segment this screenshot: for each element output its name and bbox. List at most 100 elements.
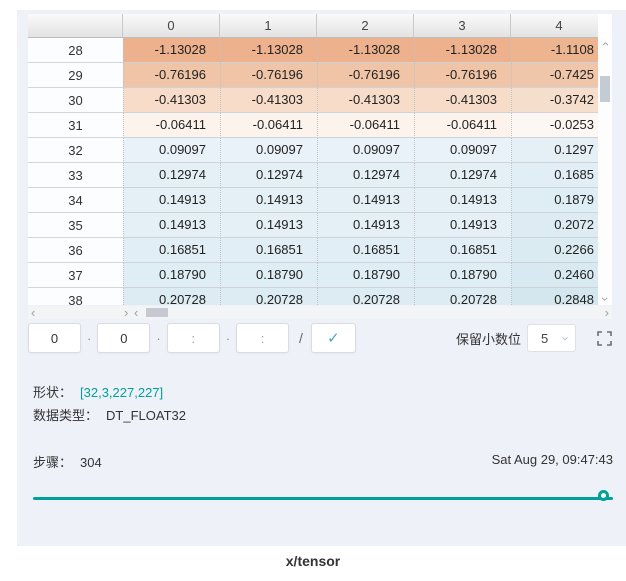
table-cell: 0.14913 <box>220 213 317 238</box>
dtype-value: DT_FLOAT32 <box>106 408 186 423</box>
step-value: 304 <box>80 455 102 470</box>
dim-separator: · <box>226 331 230 346</box>
table-cell: 0.09097 <box>317 138 414 163</box>
table-row-30: 30-0.41303-0.41303-0.41303-0.41303-0.374… <box>28 88 598 113</box>
row-index-cell: 35 <box>28 213 123 238</box>
table-cell: -0.06411 <box>220 113 317 138</box>
table-cell: -0.06411 <box>123 113 220 138</box>
dtype-row: 数据类型： DT_FLOAT32 <box>33 405 186 424</box>
vertical-scroll-thumb[interactable] <box>600 76 610 102</box>
horizontal-scroll-thumb[interactable] <box>146 308 168 317</box>
vertical-scrollbar[interactable]: › › <box>598 38 612 305</box>
table-cell: 0.2848 <box>511 288 598 305</box>
dtype-label: 数据类型： <box>33 408 98 423</box>
table-row-31: 31-0.06411-0.06411-0.06411-0.06411-0.025… <box>28 113 598 138</box>
table-cell: 0.2072 <box>511 213 598 238</box>
table-cell: 0.16851 <box>414 238 511 263</box>
grid-body: 28-1.13028-1.13028-1.13028-1.13028-1.110… <box>28 38 598 305</box>
table-cell: -1.13028 <box>220 38 317 63</box>
step-row: 步骤： 304 <box>33 452 102 471</box>
table-cell: 0.09097 <box>123 138 220 163</box>
table-cell: 0.14913 <box>317 188 414 213</box>
table-cell: 0.20728 <box>220 288 317 305</box>
column-header-4: 4 <box>511 14 598 38</box>
shape-label: 形状： <box>33 385 72 400</box>
table-row-36: 360.168510.168510.168510.168510.2266 <box>28 238 598 263</box>
tensor-viewer-page: 01234 28-1.13028-1.13028-1.13028-1.13028… <box>0 0 626 581</box>
frozen-pane-right-icon[interactable]: › <box>124 306 128 319</box>
table-cell: 0.09097 <box>414 138 511 163</box>
dim-slash: / <box>299 330 303 346</box>
step-slider-track[interactable] <box>33 497 613 500</box>
table-cell: 0.14913 <box>123 213 220 238</box>
table-cell: 0.16851 <box>317 238 414 263</box>
dim-separator: · <box>87 331 91 346</box>
table-cell: -0.41303 <box>220 88 317 113</box>
table-cell: 0.16851 <box>123 238 220 263</box>
dim-input-3[interactable] <box>236 323 289 353</box>
row-index-cell: 33 <box>28 163 123 188</box>
table-cell: 0.12974 <box>220 163 317 188</box>
column-header-1: 1 <box>220 14 317 38</box>
tensor-grid: 01234 28-1.13028-1.13028-1.13028-1.13028… <box>28 14 598 305</box>
dim-input-1[interactable] <box>97 323 150 353</box>
table-row-28: 28-1.13028-1.13028-1.13028-1.13028-1.110… <box>28 38 598 63</box>
table-cell: 0.14913 <box>123 188 220 213</box>
row-index-cell: 28 <box>28 38 123 63</box>
table-cell: -1.13028 <box>414 38 511 63</box>
table-row-37: 370.187900.187900.187900.187900.2460 <box>28 263 598 288</box>
row-index-cell: 36 <box>28 238 123 263</box>
column-header-3: 3 <box>414 14 511 38</box>
table-cell: -1.13028 <box>123 38 220 63</box>
table-cell: 0.18790 <box>123 263 220 288</box>
step-slider[interactable] <box>33 489 613 507</box>
table-cell: 0.12974 <box>414 163 511 188</box>
table-cell: -1.13028 <box>317 38 414 63</box>
dimension-controls: · · · / ✓ 保留小数位 5 › <box>28 322 612 354</box>
scroll-up-icon[interactable]: › <box>600 37 610 51</box>
horizontal-scrollbar[interactable]: ‹ › ‹ › <box>28 306 612 319</box>
table-cell: 0.16851 <box>220 238 317 263</box>
step-label: 步骤： <box>33 455 72 470</box>
table-cell: 0.20728 <box>123 288 220 305</box>
tensor-tag-title: x/tensor <box>0 553 626 569</box>
row-index-cell: 32 <box>28 138 123 163</box>
check-icon: ✓ <box>327 330 340 347</box>
decimal-places-label: 保留小数位 <box>456 329 521 348</box>
table-cell: -0.76196 <box>317 63 414 88</box>
table-cell: -0.76196 <box>220 63 317 88</box>
table-cell: -0.41303 <box>414 88 511 113</box>
scroll-down-icon[interactable]: › <box>600 292 610 306</box>
shape-row: 形状： [32,3,227,227] <box>33 382 163 401</box>
dim-input-2[interactable] <box>167 323 220 353</box>
table-cell: 0.2460 <box>511 263 598 288</box>
table-cell: 0.2266 <box>511 238 598 263</box>
table-cell: 0.14913 <box>220 188 317 213</box>
column-header-2: 2 <box>317 14 414 38</box>
dim-input-0[interactable] <box>28 323 81 353</box>
scroll-right-icon[interactable]: › <box>605 306 609 319</box>
grid-header: 01234 <box>28 14 598 38</box>
shape-value: [32,3,227,227] <box>80 385 163 400</box>
table-cell: 0.14913 <box>414 188 511 213</box>
table-cell: 0.1879 <box>511 188 598 213</box>
apply-dims-button[interactable]: ✓ <box>311 323 356 353</box>
dim-separator: · <box>156 331 160 346</box>
chevron-down-icon: › <box>558 336 573 340</box>
frozen-pane-left-icon[interactable]: ‹ <box>134 306 138 319</box>
fullscreen-icon[interactable] <box>597 331 612 346</box>
table-row-38: 380.207280.207280.207280.207280.2848 <box>28 288 598 305</box>
table-cell: -0.7425 <box>511 63 598 88</box>
table-cell: -0.3742 <box>511 88 598 113</box>
step-slider-handle[interactable] <box>598 490 609 501</box>
decimal-places-select[interactable]: 5 › <box>527 324 576 352</box>
table-row-32: 320.090970.090970.090970.090970.1297 <box>28 138 598 163</box>
table-row-35: 350.149130.149130.149130.149130.2072 <box>28 213 598 238</box>
scroll-left-icon[interactable]: ‹ <box>31 306 35 319</box>
decimal-places-value: 5 <box>541 331 548 346</box>
table-cell: -0.0253 <box>511 113 598 138</box>
table-cell: -0.76196 <box>123 63 220 88</box>
table-cell: 0.09097 <box>220 138 317 163</box>
table-cell: -0.41303 <box>123 88 220 113</box>
table-cell: 0.20728 <box>414 288 511 305</box>
